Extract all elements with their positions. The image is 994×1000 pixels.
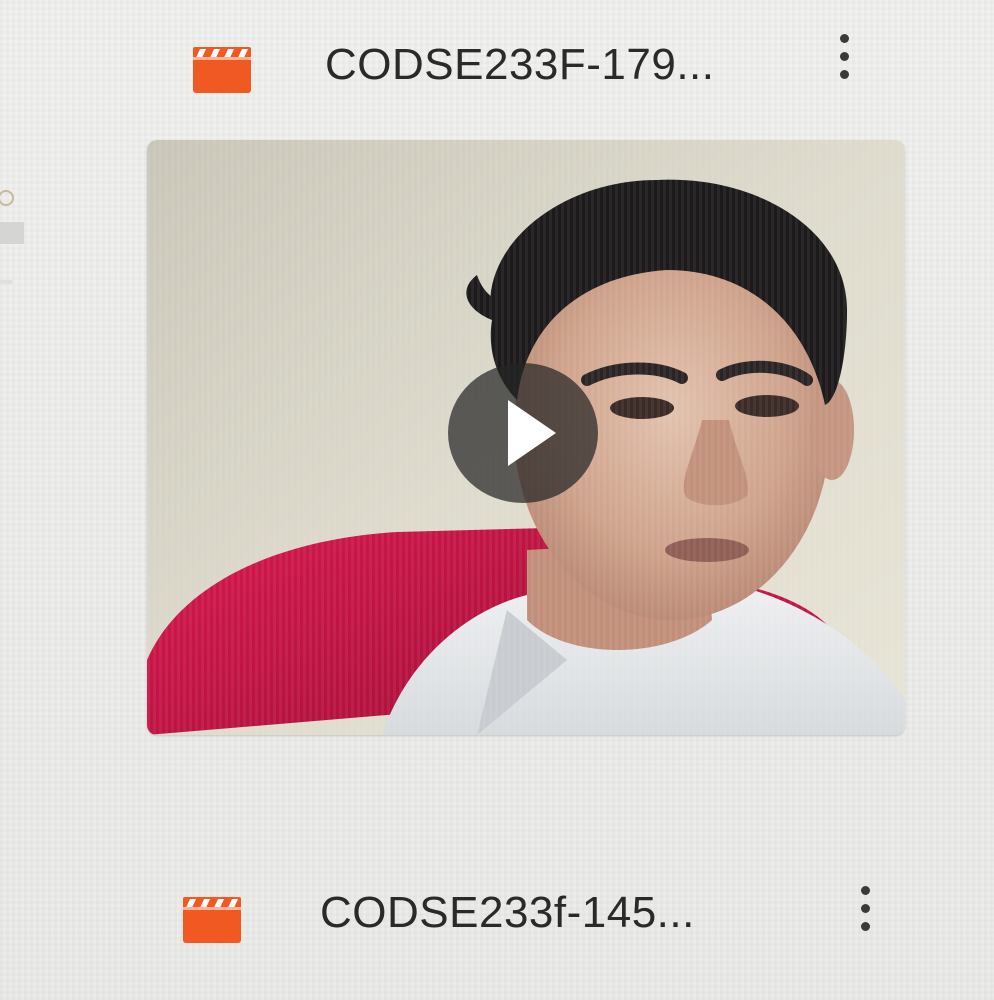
file-name[interactable]: CODSE233f-145... [320, 888, 695, 938]
file-card[interactable]: CODSE233F-179... [0, 0, 994, 760]
file-card-header[interactable]: CODSE233F-179... [0, 20, 994, 120]
file-card[interactable]: CODSE233f-145... [0, 860, 994, 980]
video-thumbnail[interactable] [147, 140, 905, 735]
file-card-header[interactable]: CODSE233f-145... [0, 870, 994, 970]
file-name[interactable]: CODSE233F-179... [325, 40, 715, 90]
more-vert-icon[interactable] [829, 30, 859, 90]
play-icon[interactable] [448, 363, 598, 503]
video-file-icon [193, 47, 251, 93]
more-vert-icon[interactable] [850, 882, 880, 942]
video-file-icon [183, 897, 241, 943]
file-list-screen: CODSE233F-179... CODSE233f-145... [0, 0, 994, 1000]
